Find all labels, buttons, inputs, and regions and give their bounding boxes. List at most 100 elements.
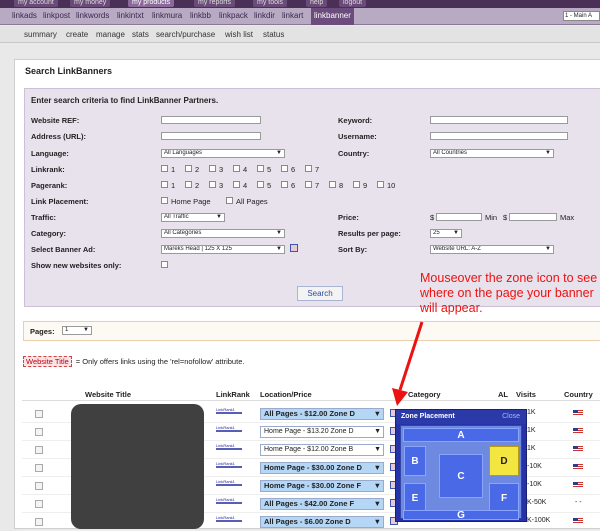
pagerank-checkbox-7[interactable] — [305, 181, 312, 188]
category-label: Category: — [31, 229, 67, 238]
site-select[interactable]: 1 - Main A — [563, 11, 600, 21]
location-price-select[interactable]: All Pages - $42.00 Zone F ▼ — [260, 498, 384, 510]
country-select[interactable]: All Countries ▼ — [430, 149, 554, 158]
linkrank-checkbox-2[interactable] — [185, 165, 192, 172]
location-price-select[interactable]: Home Page - $30.00 Zone F ▼ — [260, 480, 384, 492]
nav-linkpost[interactable]: linkpost — [43, 11, 70, 20]
pagerank-checkbox-4[interactable] — [233, 181, 240, 188]
username-input[interactable] — [430, 132, 568, 140]
row-checkbox[interactable] — [35, 428, 43, 436]
nav-linkart[interactable]: linkart — [282, 11, 303, 20]
subnav-manage[interactable]: manage — [96, 30, 125, 39]
zone-popup-close[interactable]: Close — [502, 413, 520, 420]
location-price-select[interactable]: Home Page - $30.00 Zone D ▼ — [260, 462, 384, 474]
top-tab-my-money[interactable]: my money — [70, 0, 111, 7]
results-select[interactable]: 25 ▼ — [430, 229, 462, 238]
chevron-down-icon: ▼ — [373, 499, 381, 508]
nav-linkmura[interactable]: linkmura — [152, 11, 182, 20]
nav-linkads[interactable]: linkads — [12, 11, 37, 20]
zone-a: A — [403, 428, 519, 442]
nav-linkbanner[interactable]: linkbanner — [311, 8, 354, 25]
sort-value: Website URL: A-Z — [433, 246, 481, 252]
linkrank-checkbox-1[interactable] — [161, 165, 168, 172]
row-checkbox[interactable] — [35, 518, 43, 526]
visits-value: 1K — [527, 409, 536, 416]
zone-f: F — [489, 483, 519, 513]
sort-select[interactable]: Website URL: A-Z ▼ — [430, 245, 554, 254]
subnav-search-purchase[interactable]: search/purchase — [156, 30, 215, 39]
sub-nav: summary create manage stats search/purchase w… — [0, 26, 600, 43]
linkrank-checkbox-4[interactable] — [233, 165, 240, 172]
keyword-label: Keyword: — [338, 116, 373, 125]
panel-title: Search LinkBanners — [25, 66, 113, 76]
location-price-select[interactable]: Home Page - $13.20 Zone D ▼ — [260, 426, 384, 438]
subnav-stats[interactable]: stats — [132, 30, 149, 39]
nav-linkwords[interactable]: linkwords — [76, 11, 109, 20]
pagerank-checkbox-3[interactable] — [209, 181, 216, 188]
top-tab-my-reports[interactable]: my reports — [194, 0, 236, 7]
linkrank-checkbox-3[interactable] — [209, 165, 216, 172]
linkrank-checkbox-7[interactable] — [305, 165, 312, 172]
pagerank-checkbox-9[interactable] — [353, 181, 360, 188]
row-checkbox[interactable] — [35, 446, 43, 454]
location-price-select[interactable]: All Pages - $12.00 Zone D ▼ — [260, 408, 384, 420]
zone-e: E — [404, 483, 426, 513]
banner-preview-icon[interactable] — [290, 244, 298, 252]
subnav-summary[interactable]: summary — [24, 30, 57, 39]
country-value: All Countries — [433, 150, 468, 156]
linkrank-label-3: 3 — [219, 165, 224, 174]
address-input[interactable] — [161, 132, 261, 140]
pagerank-checkbox-8[interactable] — [329, 181, 336, 188]
row-checkbox[interactable] — [35, 464, 43, 472]
chevron-down-icon: ▼ — [373, 463, 381, 472]
subnav-create[interactable]: create — [66, 30, 88, 39]
price-min-input[interactable] — [436, 213, 482, 221]
row-checkbox[interactable] — [35, 482, 43, 490]
pagerank-checkbox-10[interactable] — [377, 181, 384, 188]
banner-ad-select[interactable]: Mareks Head | 125 X 125 ▼ — [161, 245, 285, 254]
top-tab-help[interactable]: help — [306, 0, 328, 7]
keyword-input[interactable] — [430, 116, 568, 124]
top-tab-my-products[interactable]: my products — [128, 0, 175, 7]
pages-select[interactable]: 1 ▼ — [62, 326, 92, 335]
location-price-select[interactable]: Home Page - $12.00 Zone B ▼ — [260, 444, 384, 456]
linkrank-badge: LinkRank1 — [216, 426, 242, 432]
category-select[interactable]: All Categories ▼ — [161, 229, 285, 238]
chevron-down-icon: ▼ — [83, 327, 89, 333]
traffic-select[interactable]: All Traffic ▼ — [161, 213, 225, 222]
pagerank-checkbox-2[interactable] — [185, 181, 192, 188]
nav-linkintxt[interactable]: linkintxt — [117, 11, 144, 20]
all-pages-checkbox[interactable] — [226, 197, 233, 204]
linkrank-badge: LinkRank1 — [216, 444, 242, 450]
new-only-checkbox[interactable] — [161, 261, 168, 268]
linkrank-checkbox-6[interactable] — [281, 165, 288, 172]
pagerank-checkbox-6[interactable] — [281, 181, 288, 188]
linkrank-checkbox-5[interactable] — [257, 165, 264, 172]
linkrank-badge: LinkRank1 — [216, 498, 242, 504]
nav-linkbb[interactable]: linkbb — [190, 11, 211, 20]
us-flag-icon — [573, 446, 583, 452]
pagerank-checkbox-5[interactable] — [257, 181, 264, 188]
row-checkbox[interactable] — [35, 410, 43, 418]
top-tab-my-tools[interactable]: my tools — [253, 0, 288, 7]
price-max-input[interactable] — [509, 213, 557, 221]
nav-linkdir[interactable]: linkdir — [254, 11, 275, 20]
us-flag-icon — [573, 410, 583, 416]
linkrank-label-2: 2 — [195, 165, 200, 174]
subnav-wish-list[interactable]: wish list — [225, 30, 253, 39]
website-ref-input[interactable] — [161, 116, 261, 124]
subnav-status[interactable]: status — [263, 30, 284, 39]
location-price-select[interactable]: All Pages - $6.00 Zone D ▼ — [260, 516, 384, 528]
top-tab-logout[interactable]: logout — [339, 0, 367, 7]
location-price-value: Home Page - $30.00 Zone D — [264, 463, 362, 472]
language-select[interactable]: All Languages ▼ — [161, 149, 285, 158]
top-tab-my-account[interactable]: my account — [14, 0, 58, 7]
row-checkbox[interactable] — [35, 500, 43, 508]
pagerank-checkbox-1[interactable] — [161, 181, 168, 188]
username-label: Username: — [338, 132, 377, 141]
nav-linkpack[interactable]: linkpack — [219, 11, 248, 20]
pages-value: 1 — [65, 327, 69, 333]
home-page-checkbox[interactable] — [161, 197, 168, 204]
redacted-block — [71, 404, 204, 529]
search-button[interactable]: Search — [297, 286, 343, 301]
